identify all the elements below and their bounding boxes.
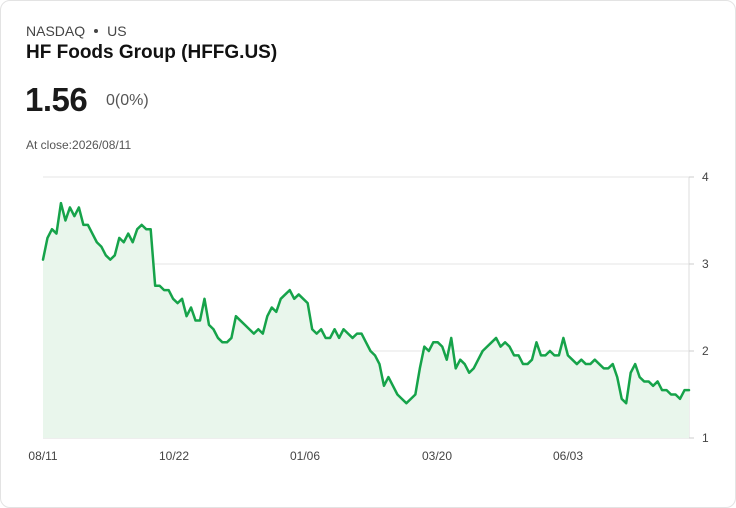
x-tick-label: 08/11 [28, 449, 57, 463]
x-tick-label: 10/22 [159, 449, 189, 463]
y-tick-label: 2 [702, 344, 709, 358]
y-tick-label: 1 [702, 431, 709, 445]
x-tick-label: 03/20 [422, 449, 452, 463]
y-tick-label: 4 [702, 170, 709, 184]
price-chart: 4 3 2 1 08/11 10/22 01/06 03/20 06/03 [28, 170, 709, 463]
x-axis-ticks: 08/11 10/22 01/06 03/20 06/03 [28, 449, 583, 463]
x-tick-label: 06/03 [553, 449, 583, 463]
y-tick-label: 3 [702, 257, 709, 271]
price-area [43, 203, 689, 438]
y-axis-ticks: 4 3 2 1 [689, 170, 709, 445]
x-tick-label: 01/06 [290, 449, 320, 463]
